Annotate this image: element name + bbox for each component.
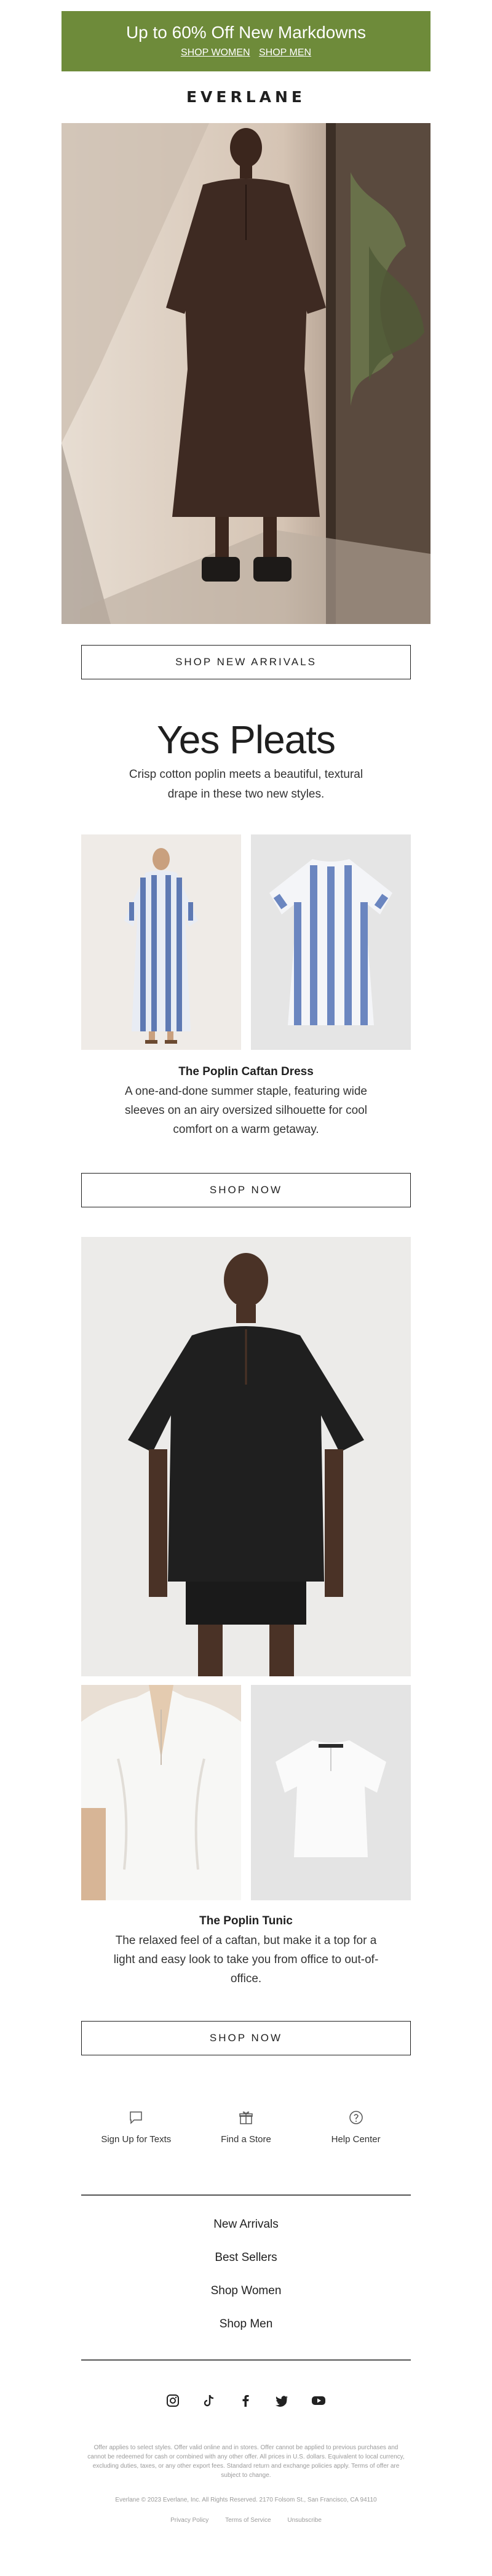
twitter-icon[interactable] <box>275 2394 288 2407</box>
hero-image[interactable] <box>62 123 430 624</box>
divider <box>81 2359 411 2361</box>
footer-nav-shop-women[interactable]: Shop Women <box>0 2284 492 2298</box>
shop-new-arrivals-button[interactable]: SHOP NEW ARRIVALS <box>81 645 411 679</box>
legal-disclaimer: Offer applies to select styles. Offer va… <box>87 2444 405 2479</box>
product-description: A one-and-done summer staple, featuring … <box>125 1085 367 1136</box>
find-a-store-link[interactable]: Find a Store <box>197 2110 295 2165</box>
question-icon <box>349 2111 363 2124</box>
youtube-icon[interactable] <box>311 2394 326 2407</box>
shop-men-link[interactable]: SHOP MEN <box>259 47 311 58</box>
promo-links: SHOP WOMEN SHOP MEN <box>62 47 430 59</box>
caftan-dress-model-image[interactable] <box>81 834 241 1050</box>
promo-banner[interactable]: Up to 60% Off New Markdowns SHOP WOMEN S… <box>62 11 430 71</box>
poplin-tunic-detail-image[interactable] <box>81 1685 241 1900</box>
section-title: Yes Pleats <box>156 718 336 762</box>
unsubscribe-link[interactable]: Unsubscribe <box>287 2517 322 2524</box>
service-label: Find a Store <box>221 2134 271 2145</box>
product-name[interactable]: The Poplin Tunic <box>0 1913 492 1930</box>
footer-nav-best-sellers[interactable]: Best Sellers <box>0 2251 492 2265</box>
social-links <box>166 2391 326 2410</box>
poplin-tunic-flat-image[interactable] <box>251 1685 411 1900</box>
shop-now-button[interactable]: SHOP NOW <box>81 1173 411 1207</box>
product-description: The relaxed feel of a caftan, but make i… <box>113 1934 379 1985</box>
chat-bubble-icon <box>130 2111 143 2124</box>
privacy-policy-link[interactable]: Privacy Policy <box>170 2517 208 2524</box>
help-center-link[interactable]: Help Center <box>307 2110 405 2165</box>
divider <box>81 2194 411 2196</box>
gift-icon <box>239 2111 253 2124</box>
footer-nav-shop-men[interactable]: Shop Men <box>0 2318 492 2331</box>
facebook-icon[interactable] <box>239 2394 252 2407</box>
shop-women-link[interactable]: SHOP WOMEN <box>181 47 250 58</box>
sign-up-for-texts-link[interactable]: Sign Up for Texts <box>87 2110 185 2165</box>
legal-links: Privacy Policy Terms of Service Unsubscr… <box>0 2517 492 2524</box>
poplin-tunic-model-image[interactable] <box>81 1237 411 1676</box>
caftan-dress-flat-image[interactable] <box>251 834 411 1050</box>
service-label: Sign Up for Texts <box>101 2134 172 2145</box>
brand-logo[interactable]: EVERLANE <box>0 88 492 106</box>
tiktok-icon[interactable] <box>202 2394 216 2407</box>
service-label: Help Center <box>331 2134 381 2145</box>
shop-now-button[interactable]: SHOP NOW <box>81 2021 411 2055</box>
footer-services: Sign Up for Texts Find a Store Help Cent… <box>81 2110 411 2165</box>
promo-title: Up to 60% Off New Markdowns <box>125 23 367 42</box>
copyright: Everlane © 2023 Everlane, Inc. All Right… <box>115 2497 377 2503</box>
terms-of-service-link[interactable]: Terms of Service <box>225 2517 271 2524</box>
product-name[interactable]: The Poplin Caftan Dress <box>0 1063 492 1081</box>
section-subtitle: Crisp cotton poplin meets a beautiful, t… <box>129 768 363 801</box>
instagram-icon[interactable] <box>166 2394 180 2407</box>
footer-nav-new-arrivals[interactable]: New Arrivals <box>0 2218 492 2231</box>
